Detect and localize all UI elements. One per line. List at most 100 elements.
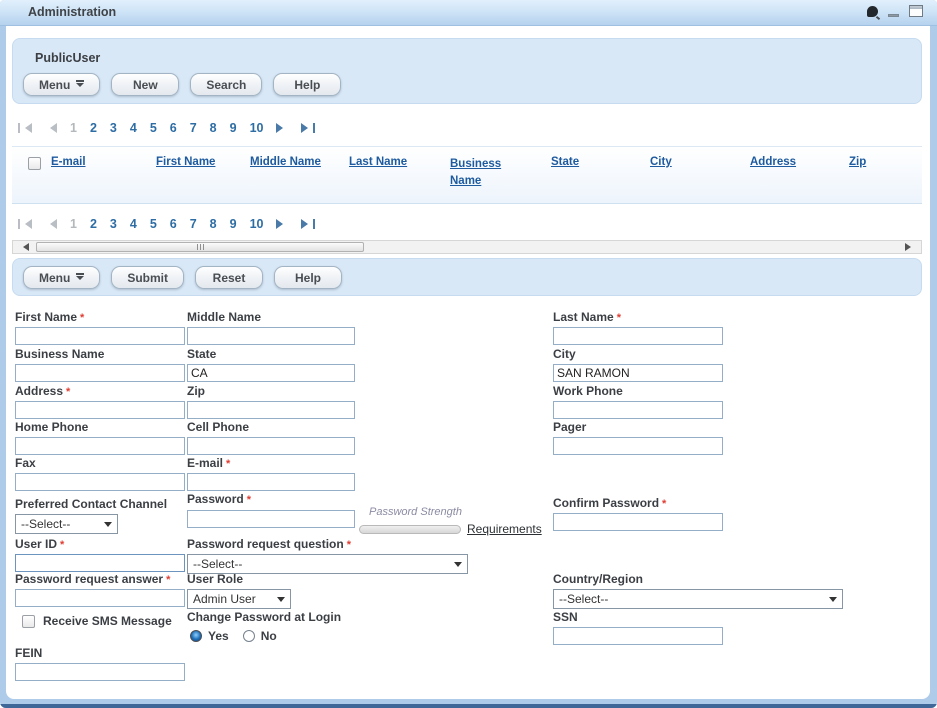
home-phone-input[interactable] bbox=[15, 437, 185, 455]
city-input[interactable] bbox=[553, 364, 723, 382]
fax-label: Fax bbox=[15, 456, 185, 470]
scrollbar-thumb[interactable] bbox=[36, 242, 364, 252]
reset-button[interactable]: Reset bbox=[195, 266, 263, 289]
first-page-icon[interactable] bbox=[18, 219, 32, 229]
state-label: State bbox=[187, 347, 355, 361]
select-all-checkbox[interactable] bbox=[28, 157, 41, 170]
fax-input[interactable] bbox=[15, 473, 185, 491]
help-button-label: Help bbox=[294, 78, 320, 92]
password-input[interactable] bbox=[187, 510, 355, 528]
page-link-10[interactable]: 10 bbox=[250, 121, 264, 135]
column-last-name[interactable]: Last Name bbox=[349, 156, 407, 168]
new-button[interactable]: New bbox=[111, 73, 179, 96]
preferred-contact-channel-label: Preferred Contact Channel bbox=[15, 497, 167, 511]
page-link-3[interactable]: 3 bbox=[110, 217, 117, 231]
password-request-question-select[interactable]: --Select-- bbox=[187, 554, 468, 574]
column-middle-name[interactable]: Middle Name bbox=[250, 156, 321, 168]
column-zip[interactable]: Zip bbox=[849, 156, 866, 168]
submit-button[interactable]: Submit bbox=[111, 266, 184, 289]
last-page-icon[interactable] bbox=[301, 123, 315, 133]
field-user-id: User ID* bbox=[15, 537, 185, 572]
column-email[interactable]: E-mail bbox=[51, 156, 86, 168]
field-address: Address* bbox=[15, 384, 185, 419]
minimize-icon[interactable] bbox=[888, 14, 899, 17]
fein-input[interactable] bbox=[15, 663, 185, 681]
field-receive-sms: Receive SMS Message bbox=[22, 614, 172, 628]
password-request-answer-input[interactable] bbox=[15, 589, 185, 607]
column-state[interactable]: State bbox=[551, 156, 579, 168]
last-name-input[interactable] bbox=[553, 327, 723, 345]
pin-icon[interactable] bbox=[867, 6, 878, 17]
horizontal-scrollbar[interactable] bbox=[12, 240, 922, 254]
column-first-name[interactable]: First Name bbox=[156, 156, 215, 168]
first-page-icon[interactable] bbox=[18, 123, 32, 133]
results-table-header: E-mail First Name Middle Name Last Name … bbox=[12, 146, 922, 204]
page-link-5[interactable]: 5 bbox=[150, 217, 157, 231]
cell-phone-label: Cell Phone bbox=[187, 420, 355, 434]
page-link-7[interactable]: 7 bbox=[190, 217, 197, 231]
scroll-left-icon[interactable] bbox=[19, 243, 29, 251]
page-link-2[interactable]: 2 bbox=[90, 217, 97, 231]
work-phone-label: Work Phone bbox=[553, 384, 723, 398]
page-link-5[interactable]: 5 bbox=[150, 121, 157, 135]
email-input[interactable] bbox=[187, 473, 355, 491]
field-fax: Fax bbox=[15, 456, 185, 491]
pager-input[interactable] bbox=[553, 437, 723, 455]
user-id-input[interactable] bbox=[15, 554, 185, 572]
scroll-right-icon[interactable] bbox=[905, 243, 915, 251]
last-page-icon[interactable] bbox=[301, 219, 315, 229]
middle-name-label: Middle Name bbox=[187, 310, 355, 324]
page-link-9[interactable]: 9 bbox=[230, 121, 237, 135]
help-button[interactable]: Help bbox=[274, 266, 342, 289]
ssn-input[interactable] bbox=[553, 627, 723, 645]
column-address[interactable]: Address bbox=[750, 156, 796, 168]
required-asterisk: * bbox=[166, 574, 170, 586]
preferred-contact-channel-select[interactable]: --Select-- bbox=[15, 514, 118, 534]
chevron-down-icon bbox=[277, 597, 285, 606]
page-link-9[interactable]: 9 bbox=[230, 217, 237, 231]
page-link-10[interactable]: 10 bbox=[250, 217, 264, 231]
business-name-input[interactable] bbox=[15, 364, 185, 382]
page-link-7[interactable]: 7 bbox=[190, 121, 197, 135]
receive-sms-label: Receive SMS Message bbox=[43, 614, 172, 628]
next-page-icon[interactable] bbox=[276, 123, 288, 133]
prev-page-icon[interactable] bbox=[45, 123, 57, 133]
next-page-icon[interactable] bbox=[276, 219, 288, 229]
administration-window: Administration PublicUser Menu New Searc… bbox=[0, 0, 937, 708]
page-link-6[interactable]: 6 bbox=[170, 217, 177, 231]
page-link-2[interactable]: 2 bbox=[90, 121, 97, 135]
menu-caret-icon bbox=[76, 273, 84, 284]
prev-page-icon[interactable] bbox=[45, 219, 57, 229]
change-password-yes-radio[interactable] bbox=[190, 630, 202, 642]
field-country-region: Country/Region --Select-- bbox=[553, 572, 843, 609]
middle-name-input[interactable] bbox=[187, 327, 355, 345]
maximize-icon[interactable] bbox=[909, 5, 923, 17]
chevron-down-icon bbox=[829, 597, 837, 606]
zip-input[interactable] bbox=[187, 401, 355, 419]
first-name-input[interactable] bbox=[15, 327, 185, 345]
work-phone-input[interactable] bbox=[553, 401, 723, 419]
help-button[interactable]: Help bbox=[273, 73, 341, 96]
menu-button[interactable]: Menu bbox=[23, 73, 100, 96]
page-link-8[interactable]: 8 bbox=[210, 217, 217, 231]
address-input[interactable] bbox=[15, 401, 185, 419]
page-link-3[interactable]: 3 bbox=[110, 121, 117, 135]
search-button[interactable]: Search bbox=[190, 73, 262, 96]
cell-phone-input[interactable] bbox=[187, 437, 355, 455]
confirm-password-input[interactable] bbox=[553, 513, 723, 531]
country-region-select[interactable]: --Select-- bbox=[553, 589, 843, 609]
user-role-select[interactable]: Admin User bbox=[187, 589, 291, 609]
column-business-name[interactable]: Business Name bbox=[450, 156, 514, 190]
page-link-6[interactable]: 6 bbox=[170, 121, 177, 135]
page-link-4[interactable]: 4 bbox=[130, 121, 137, 135]
page-link-4[interactable]: 4 bbox=[130, 217, 137, 231]
receive-sms-checkbox[interactable] bbox=[22, 615, 35, 628]
column-city[interactable]: City bbox=[650, 156, 672, 168]
search-button-label: Search bbox=[206, 78, 246, 92]
state-input[interactable] bbox=[187, 364, 355, 382]
page-link-8[interactable]: 8 bbox=[210, 121, 217, 135]
field-fein: FEIN bbox=[15, 646, 185, 681]
menu-button[interactable]: Menu bbox=[23, 266, 100, 289]
change-password-no-radio[interactable] bbox=[243, 630, 255, 642]
requirements-link[interactable]: Requirements bbox=[467, 522, 542, 536]
